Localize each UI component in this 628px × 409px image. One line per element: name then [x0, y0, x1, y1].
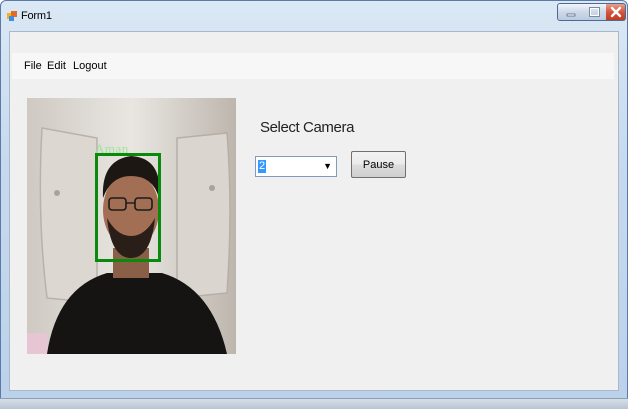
- minimize-button[interactable]: [557, 3, 583, 21]
- taskbar-edge: [0, 398, 628, 409]
- app-icon: [7, 11, 17, 21]
- camera-select-value: 2: [258, 160, 267, 173]
- chevron-down-icon[interactable]: ▼: [323, 161, 332, 171]
- menu-edit[interactable]: Edit: [47, 60, 66, 72]
- app-window: Form1 File Edit Logout Aman Select Camer…: [0, 0, 628, 406]
- select-camera-label: Select Camera: [260, 119, 355, 136]
- menu-bar: File Edit Logout: [12, 53, 614, 79]
- minimize-icon: [566, 13, 576, 17]
- pause-button[interactable]: Pause: [351, 151, 406, 178]
- window-title: Form1: [21, 10, 52, 22]
- camera-feed: Aman: [27, 98, 236, 354]
- camera-select[interactable]: 2 ▼: [255, 156, 337, 177]
- maximize-button[interactable]: [582, 3, 607, 21]
- menu-file[interactable]: File: [24, 60, 42, 72]
- close-button[interactable]: [606, 3, 626, 21]
- title-bar[interactable]: Form1: [1, 1, 627, 31]
- close-icon: [610, 6, 622, 18]
- face-detection-box: [95, 153, 161, 262]
- detected-name-label: Aman: [95, 141, 129, 156]
- menu-logout[interactable]: Logout: [73, 60, 107, 72]
- form-client-area: File Edit Logout Aman Select Camera 2 ▼ …: [9, 31, 619, 391]
- maximize-icon: [589, 7, 600, 17]
